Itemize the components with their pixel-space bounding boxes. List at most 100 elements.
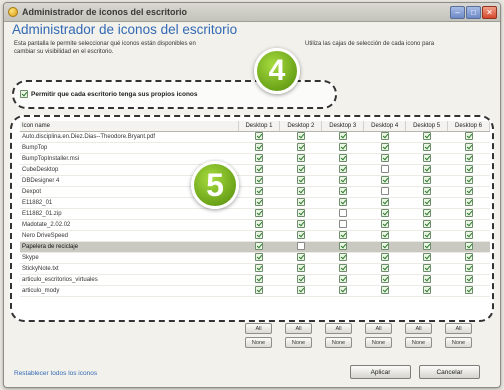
select-all-button[interactable]: All — [365, 323, 392, 334]
visibility-checkbox[interactable] — [464, 241, 473, 250]
column-header-desktop[interactable]: Desktop 4 — [363, 121, 407, 132]
visibility-checkbox[interactable] — [254, 252, 263, 261]
visibility-checkbox[interactable] — [380, 263, 389, 272]
title-bar[interactable]: Administrador de iconos del escritorio –… — [4, 3, 500, 22]
visibility-checkbox[interactable] — [380, 241, 389, 250]
cancel-button[interactable]: Cancelar — [419, 365, 480, 379]
visibility-checkbox[interactable] — [254, 208, 263, 217]
table-row[interactable]: Madotate_2.02.02 — [20, 219, 490, 231]
visibility-checkbox[interactable] — [380, 131, 389, 140]
restore-icons-link[interactable]: Restablecer todos los iconos — [14, 370, 97, 377]
visibility-checkbox[interactable] — [296, 263, 305, 272]
per-desktop-option[interactable]: Permitir que cada escritorio tenga sus p… — [20, 90, 198, 98]
visibility-checkbox[interactable] — [464, 230, 473, 239]
visibility-checkbox[interactable] — [380, 230, 389, 239]
visibility-checkbox[interactable] — [422, 285, 431, 294]
table-row[interactable]: StickyNote.txt — [20, 263, 490, 275]
visibility-checkbox[interactable] — [254, 263, 263, 272]
visibility-checkbox[interactable] — [338, 241, 347, 250]
table-row[interactable]: E11882_01 — [20, 197, 490, 209]
visibility-checkbox[interactable] — [296, 197, 305, 206]
visibility-checkbox[interactable] — [296, 219, 305, 228]
visibility-checkbox[interactable] — [380, 175, 389, 184]
minimize-button[interactable]: – — [450, 5, 465, 19]
column-header-desktop[interactable]: Desktop 2 — [279, 121, 323, 132]
close-button[interactable]: ✕ — [482, 5, 497, 19]
maximize-button[interactable]: □ — [466, 5, 481, 19]
column-header-desktop[interactable]: Desktop 3 — [321, 121, 365, 132]
table-row[interactable]: Papelera de reciclaje — [20, 241, 490, 253]
visibility-checkbox[interactable] — [338, 142, 347, 151]
visibility-checkbox[interactable] — [338, 263, 347, 272]
visibility-checkbox[interactable] — [254, 153, 263, 162]
visibility-checkbox[interactable] — [380, 252, 389, 261]
visibility-checkbox[interactable] — [380, 219, 389, 228]
select-none-button[interactable]: None — [325, 337, 352, 348]
visibility-checkbox[interactable] — [380, 274, 389, 283]
visibility-checkbox[interactable] — [296, 241, 305, 250]
table-row[interactable]: CubeDesktop — [20, 164, 490, 176]
table-row[interactable]: Nero DriveSpeed — [20, 230, 490, 242]
visibility-checkbox[interactable] — [422, 241, 431, 250]
select-all-button[interactable]: All — [285, 323, 312, 334]
visibility-checkbox[interactable] — [464, 252, 473, 261]
visibility-checkbox[interactable] — [380, 285, 389, 294]
per-desktop-checkbox[interactable] — [20, 90, 28, 98]
visibility-checkbox[interactable] — [296, 186, 305, 195]
visibility-checkbox[interactable] — [422, 230, 431, 239]
table-row[interactable]: Dexpot — [20, 186, 490, 198]
table-row[interactable]: BumpTopInstaller.msi — [20, 153, 490, 165]
table-row[interactable]: Skype — [20, 252, 490, 264]
select-none-button[interactable]: None — [245, 337, 272, 348]
visibility-checkbox[interactable] — [380, 186, 389, 195]
visibility-checkbox[interactable] — [338, 219, 347, 228]
visibility-checkbox[interactable] — [338, 153, 347, 162]
visibility-checkbox[interactable] — [254, 241, 263, 250]
visibility-checkbox[interactable] — [464, 208, 473, 217]
visibility-checkbox[interactable] — [464, 197, 473, 206]
visibility-checkbox[interactable] — [338, 197, 347, 206]
visibility-checkbox[interactable] — [254, 175, 263, 184]
visibility-checkbox[interactable] — [380, 197, 389, 206]
visibility-checkbox[interactable] — [380, 208, 389, 217]
visibility-checkbox[interactable] — [464, 142, 473, 151]
select-none-button[interactable]: None — [405, 337, 432, 348]
table-row[interactable]: DBDesigner 4 — [20, 175, 490, 187]
visibility-checkbox[interactable] — [254, 142, 263, 151]
select-all-button[interactable]: All — [325, 323, 352, 334]
visibility-checkbox[interactable] — [464, 263, 473, 272]
visibility-checkbox[interactable] — [254, 131, 263, 140]
visibility-checkbox[interactable] — [422, 263, 431, 272]
visibility-checkbox[interactable] — [464, 131, 473, 140]
visibility-checkbox[interactable] — [296, 285, 305, 294]
table-row[interactable]: articulo_mody — [20, 285, 490, 297]
visibility-checkbox[interactable] — [464, 186, 473, 195]
visibility-checkbox[interactable] — [296, 274, 305, 283]
visibility-checkbox[interactable] — [422, 197, 431, 206]
column-header-desktop[interactable]: Desktop 1 — [238, 121, 281, 132]
table-row[interactable]: articulo_escritorios_virtuales — [20, 274, 490, 286]
visibility-checkbox[interactable] — [254, 186, 263, 195]
visibility-checkbox[interactable] — [338, 164, 347, 173]
visibility-checkbox[interactable] — [296, 164, 305, 173]
visibility-checkbox[interactable] — [422, 252, 431, 261]
visibility-checkbox[interactable] — [254, 219, 263, 228]
visibility-checkbox[interactable] — [422, 186, 431, 195]
visibility-checkbox[interactable] — [338, 274, 347, 283]
visibility-checkbox[interactable] — [254, 285, 263, 294]
column-header-desktop[interactable]: Desktop 6 — [447, 121, 490, 132]
table-row[interactable]: Auto.disciplina.en.Diez.Dias--Theodore.B… — [20, 131, 490, 143]
select-none-button[interactable]: None — [445, 337, 472, 348]
visibility-checkbox[interactable] — [254, 274, 263, 283]
visibility-checkbox[interactable] — [296, 230, 305, 239]
visibility-checkbox[interactable] — [422, 142, 431, 151]
visibility-checkbox[interactable] — [464, 153, 473, 162]
visibility-checkbox[interactable] — [296, 175, 305, 184]
visibility-checkbox[interactable] — [296, 131, 305, 140]
visibility-checkbox[interactable] — [254, 197, 263, 206]
column-header-icon-name[interactable]: Icon name — [20, 121, 239, 132]
column-header-desktop[interactable]: Desktop 5 — [405, 121, 449, 132]
visibility-checkbox[interactable] — [338, 230, 347, 239]
visibility-checkbox[interactable] — [338, 285, 347, 294]
visibility-checkbox[interactable] — [464, 219, 473, 228]
